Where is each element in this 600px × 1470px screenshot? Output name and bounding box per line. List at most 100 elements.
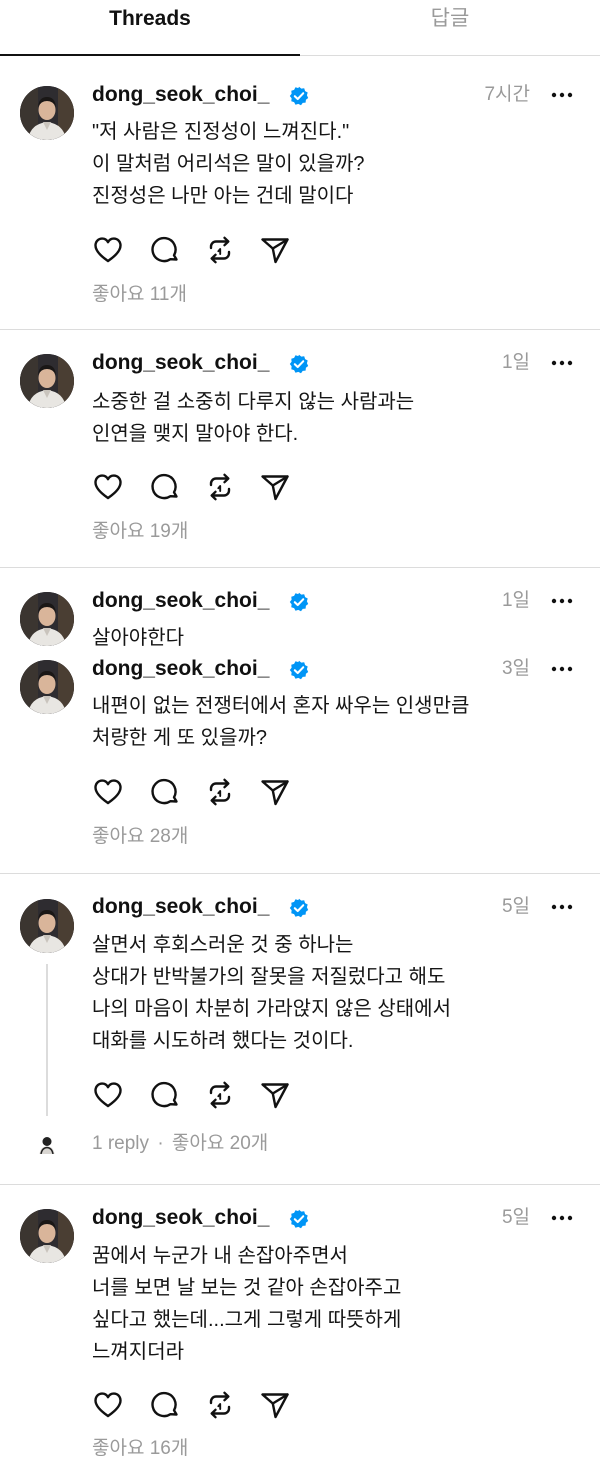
post-text-line: 나의 마음이 차분히 가라앉지 않은 상태에서 [92, 998, 451, 1020]
avatar[interactable] [20, 899, 74, 953]
post-text-line: 인연을 맺지 말아야 한다. [92, 423, 299, 445]
tab-bar: Threads 답글 [0, 0, 600, 56]
comment-icon[interactable] [149, 1389, 181, 1421]
avatar[interactable] [20, 86, 74, 140]
repost-icon[interactable] [204, 234, 236, 266]
send-icon[interactable] [259, 1389, 291, 1421]
post-header: dong_seok_choi_ 5일 [92, 1203, 582, 1237]
more-dots-icon[interactable] [550, 1203, 574, 1233]
username[interactable]: dong_seok_choi_ [92, 348, 269, 378]
tab-threads[interactable]: Threads [0, 0, 300, 56]
more-dots-icon[interactable] [550, 654, 574, 684]
verified-badge-icon [289, 898, 309, 918]
avatar[interactable] [20, 354, 74, 408]
heart-icon[interactable] [92, 471, 124, 503]
like-count[interactable]: 좋아요 16개 [92, 1435, 188, 1463]
post-text-line: 싶다고 했는데...그게 그렇게 따뜻하게 [92, 1309, 402, 1331]
username[interactable]: dong_seok_choi_ [92, 80, 269, 110]
more-dots-icon[interactable] [550, 348, 574, 378]
comment-icon[interactable] [149, 234, 181, 266]
reply-count[interactable]: 1 reply [92, 1133, 149, 1154]
post-time[interactable]: 1일 [502, 348, 530, 378]
post-actions [92, 471, 302, 503]
post-text-line: 너를 보면 날 보는 것 같아 손잡아주고 [92, 1277, 402, 1299]
repost-icon[interactable] [204, 1079, 236, 1111]
like-count[interactable]: 좋아요 28개 [92, 823, 188, 851]
post-time[interactable]: 7시간 [484, 80, 530, 110]
username[interactable]: dong_seok_choi_ [92, 892, 269, 922]
post-divider [0, 567, 600, 568]
post-text: 내편이 없는 전쟁터에서 혼자 싸우는 인생만큼 처량한 게 또 있을까? [92, 690, 572, 754]
heart-icon[interactable] [92, 776, 124, 808]
post-text-line: 진정성은 나만 아는 건데 말이다 [92, 185, 354, 207]
replier-avatar[interactable] [37, 1134, 57, 1154]
repost-icon[interactable] [204, 776, 236, 808]
active-tab-indicator [0, 54, 300, 56]
post-text: "저 사람은 진정성이 느껴진다." 이 말처럼 어리석은 말이 있을까? 진정… [92, 116, 572, 212]
post-divider [0, 329, 600, 330]
verified-badge-icon [289, 660, 309, 680]
post-text-line: 소중한 걸 소중히 다루지 않는 사람과는 [92, 391, 415, 413]
repost-icon[interactable] [204, 471, 236, 503]
post-time[interactable]: 1일 [502, 586, 530, 616]
post-text: 꿈에서 누군가 내 손잡아주면서 너를 보면 날 보는 것 같아 손잡아주고 싶… [92, 1240, 572, 1368]
heart-icon[interactable] [92, 1389, 124, 1421]
post-header: dong_seok_choi_ 1일 [92, 586, 582, 620]
more-dots-icon[interactable] [550, 80, 574, 110]
verified-badge-icon [289, 1209, 309, 1229]
thread-line [46, 964, 48, 1116]
verified-badge-icon [289, 592, 309, 612]
post-text: 소중한 걸 소중히 다루지 않는 사람과는 인연을 맺지 말아야 한다. [92, 386, 572, 450]
post-text-line: "저 사람은 진정성이 느껴진다." [92, 121, 350, 143]
comment-icon[interactable] [149, 776, 181, 808]
heart-icon[interactable] [92, 1079, 124, 1111]
meta-separator: · [157, 1133, 164, 1154]
post-text-line: 꿈에서 누군가 내 손잡아주면서 [92, 1245, 348, 1267]
avatar[interactable] [20, 1209, 74, 1263]
post-text-line: 이 말처럼 어리석은 말이 있을까? [92, 153, 365, 175]
send-icon[interactable] [259, 471, 291, 503]
comment-icon[interactable] [149, 1079, 181, 1111]
username[interactable]: dong_seok_choi_ [92, 1203, 269, 1233]
verified-badge-icon [289, 86, 309, 106]
post-time[interactable]: 5일 [502, 892, 530, 922]
post-divider [0, 873, 600, 874]
avatar[interactable] [20, 660, 74, 714]
tab-replies[interactable]: 답글 [300, 0, 600, 56]
verified-badge-icon [289, 354, 309, 374]
like-count[interactable]: 좋아요 11개 [92, 281, 187, 309]
post-header: dong_seok_choi_ 7시간 [92, 80, 582, 114]
more-dots-icon[interactable] [550, 586, 574, 616]
like-count[interactable]: 좋아요 20개 [172, 1133, 268, 1154]
post-text-line: 내편이 없는 전쟁터에서 혼자 싸우는 인생만큼 [92, 695, 470, 717]
send-icon[interactable] [259, 234, 291, 266]
post-text-line: 상대가 반박불가의 잘못을 저질렀다고 해도 [92, 966, 446, 988]
post-actions [92, 234, 302, 266]
send-icon[interactable] [259, 1079, 291, 1111]
repost-icon[interactable] [204, 1389, 236, 1421]
heart-icon[interactable] [92, 234, 124, 266]
post-header: dong_seok_choi_ 5일 [92, 892, 582, 926]
post-text: 살아야한다 [92, 622, 572, 654]
post-header: dong_seok_choi_ 3일 [92, 654, 582, 688]
post-text-line: 살면서 후회스러운 것 중 하나는 [92, 934, 354, 956]
post-text-line: 느껴지더라 [92, 1341, 184, 1363]
post-actions [92, 1079, 302, 1111]
send-icon[interactable] [259, 776, 291, 808]
reply-meta: 1 reply · 좋아요 20개 [92, 1130, 268, 1158]
like-count[interactable]: 좋아요 19개 [92, 518, 188, 546]
post-text: 살면서 후회스러운 것 중 하나는 상대가 반박불가의 잘못을 저질렀다고 해도… [92, 929, 572, 1057]
avatar[interactable] [20, 592, 74, 646]
username[interactable]: dong_seok_choi_ [92, 654, 269, 684]
post-actions [92, 1389, 302, 1421]
post-time[interactable]: 3일 [502, 654, 530, 684]
post-text-line: 처량한 게 또 있을까? [92, 727, 267, 749]
username[interactable]: dong_seok_choi_ [92, 586, 269, 616]
post-header: dong_seok_choi_ 1일 [92, 348, 582, 382]
post-actions [92, 776, 302, 808]
post-divider [0, 1184, 600, 1185]
comment-icon[interactable] [149, 471, 181, 503]
post-text-line: 대화를 시도하려 했다는 것이다. [92, 1030, 354, 1052]
more-dots-icon[interactable] [550, 892, 574, 922]
post-time[interactable]: 5일 [502, 1203, 530, 1233]
